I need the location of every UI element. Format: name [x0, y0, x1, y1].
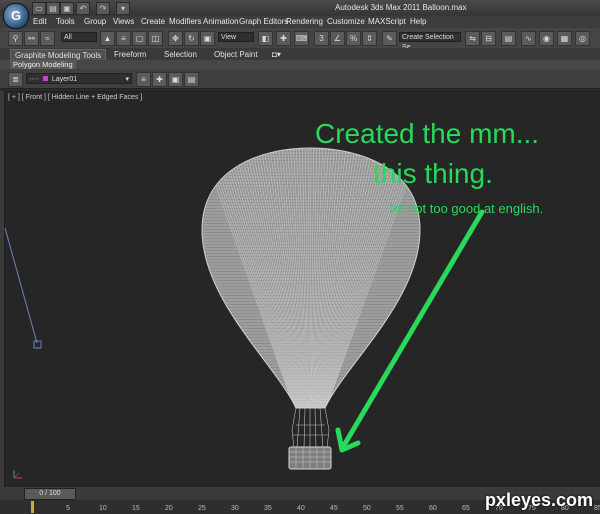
timeline-tick-label: 45: [330, 505, 338, 512]
timeline-tick-label: 65: [462, 505, 470, 512]
world-axis-icon: [13, 470, 22, 479]
annotation-line-1: Created the mm...: [315, 118, 540, 149]
balloon-basket: [288, 446, 332, 470]
timeline-tick-label: 5: [66, 505, 70, 512]
timeline-tick-label: 55: [396, 505, 404, 512]
timeline-tick-label: 30: [231, 505, 239, 512]
timeline-tick-label: 35: [264, 505, 272, 512]
timeline-tick-label: 25: [198, 505, 206, 512]
balloon-ropes: [291, 407, 330, 449]
current-frame-marker[interactable]: [31, 501, 34, 513]
light-target-marker: [33, 340, 42, 349]
timeline-tick-label: 50: [363, 505, 371, 512]
timeline-tick-label: 20: [165, 505, 173, 512]
timeline-tick-label: 60: [429, 505, 437, 512]
timeline-tick-label: 10: [99, 505, 107, 512]
timeline-tick-label: 40: [297, 505, 305, 512]
timeline-tick-label: 15: [132, 505, 140, 512]
app-menu-button[interactable]: G: [3, 3, 29, 29]
annotation-line-2: this thing.: [373, 158, 493, 189]
annotation-line-3: Im not too good at english.: [390, 201, 544, 216]
watermark: pxleyes.com: [485, 490, 594, 510]
light-target-line: [4, 227, 38, 344]
viewport-scene: [4, 147, 485, 479]
timeline-tick-label: 85: [594, 505, 600, 512]
time-slider[interactable]: 0 / 100: [24, 488, 76, 500]
